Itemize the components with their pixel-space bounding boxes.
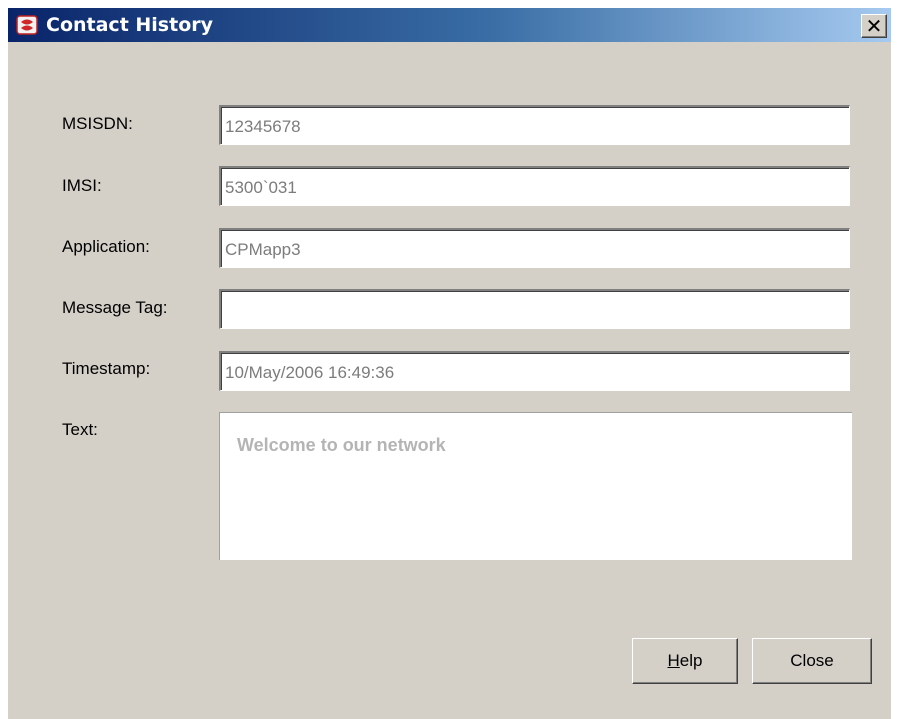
application-label: Application: [62,237,150,256]
msisdn-field[interactable]: 12345678 [219,105,850,145]
title-bar[interactable]: Contact History ✕ [8,8,891,42]
text-label: Text: [62,420,98,439]
close-button[interactable]: Close [752,638,872,684]
help-accelerator: H [667,651,680,670]
message-tag-label: Message Tag: [62,298,168,317]
help-label: elp [679,651,703,670]
imsi-label: IMSI: [62,176,102,195]
app-logo-icon [14,12,40,38]
help-button[interactable]: Help [632,638,738,684]
text-area[interactable]: Welcome to our network [219,412,852,560]
close-icon: ✕ [865,14,883,38]
window-close-button[interactable]: ✕ [861,14,887,38]
timestamp-field[interactable]: 10/May/2006 16:49:36 [219,351,850,391]
timestamp-label: Timestamp: [62,359,151,378]
contact-history-dialog: Contact History ✕ MSISDN: 12345678 IMSI:… [8,8,891,719]
window-title: Contact History [46,14,214,36]
message-tag-field[interactable] [219,289,850,329]
msisdn-label: MSISDN: [62,114,133,133]
application-field[interactable]: CPMapp3 [219,228,850,268]
imsi-field[interactable]: 5300`031 [219,166,850,206]
message-text: Welcome to our network [237,435,446,455]
close-label: Close [790,651,834,670]
